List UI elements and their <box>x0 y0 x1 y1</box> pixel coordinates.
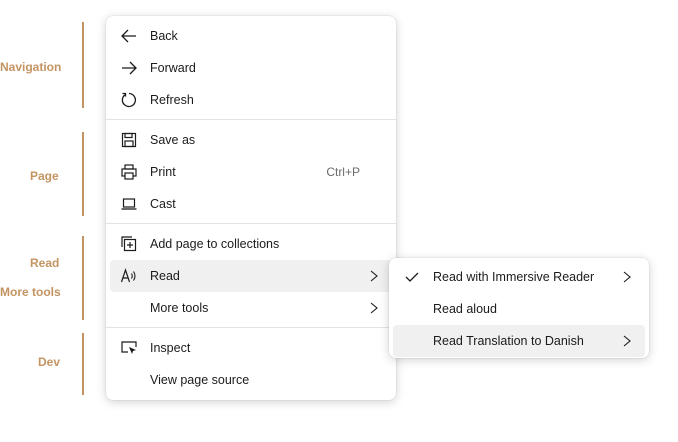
annotation-page-bar <box>82 132 84 216</box>
menu-item-more-tools[interactable]: More tools <box>110 292 392 324</box>
menu-item-cast[interactable]: Cast <box>110 188 392 220</box>
submenu-item-read-aloud[interactable]: Read aloud <box>393 293 645 325</box>
menu-item-read[interactable]: Read <box>110 260 392 292</box>
annotation-page: Page <box>30 169 59 183</box>
annotation-navigation-bar <box>82 22 84 108</box>
inspect-icon <box>120 339 138 357</box>
menu-item-forward-label: Forward <box>150 61 196 75</box>
menu-item-more-tools-label: More tools <box>150 301 209 315</box>
submenu-item-read-aloud-label: Read aloud <box>433 302 497 316</box>
separator <box>106 327 396 328</box>
menu-item-print[interactable]: Print Ctrl+P <box>110 156 392 188</box>
annotation-dev: Dev <box>38 355 61 369</box>
chevron-right-icon <box>621 334 633 348</box>
menu-item-add-to-collections-label: Add page to collections <box>150 237 280 251</box>
menu-item-view-source[interactable]: View page source <box>110 364 392 396</box>
menu-item-back-label: Back <box>150 29 178 43</box>
chevron-right-icon <box>368 269 380 283</box>
read-submenu: Read with Immersive Reader Read aloud Re… <box>389 258 649 358</box>
menu-item-cast-label: Cast <box>150 197 176 211</box>
separator <box>106 223 396 224</box>
menu-item-inspect-label: Inspect <box>150 341 191 355</box>
read-aloud-icon <box>120 267 138 285</box>
annotation-read-bar <box>82 236 84 320</box>
menu-item-save-as-label: Save as <box>150 133 196 147</box>
menu-item-add-to-collections[interactable]: Add page to collections <box>110 228 392 260</box>
chevron-right-icon <box>368 301 380 315</box>
printer-icon <box>120 163 138 181</box>
submenu-item-read-translation-label: Read Translation to Danish <box>433 334 584 348</box>
menu-item-back[interactable]: Back <box>110 20 392 52</box>
menu-item-print-label: Print <box>150 165 176 179</box>
menu-item-save-as[interactable]: Save as <box>110 124 392 156</box>
annotation-more-tools: More tools <box>0 285 61 299</box>
context-menu: Back Forward Refresh Save as Print Ctrl+… <box>106 16 396 400</box>
menu-item-view-source-label: View page source <box>150 373 250 387</box>
menu-item-forward[interactable]: Forward <box>110 52 392 84</box>
menu-item-refresh-label: Refresh <box>150 93 194 107</box>
chevron-right-icon <box>621 270 633 284</box>
back-arrow-icon <box>120 27 138 45</box>
annotation-dev-bar <box>82 333 84 395</box>
checkmark-icon <box>403 268 421 286</box>
menu-item-inspect[interactable]: Inspect <box>110 332 392 364</box>
separator <box>106 119 396 120</box>
forward-arrow-icon <box>120 59 138 77</box>
submenu-item-immersive-reader-label: Read with Immersive Reader <box>433 270 595 284</box>
refresh-icon <box>120 91 138 109</box>
annotation-navigation: Navigation <box>0 60 62 74</box>
menu-item-read-label: Read <box>150 269 180 283</box>
print-shortcut: Ctrl+P <box>326 165 360 179</box>
add-collection-icon <box>120 235 138 253</box>
menu-item-refresh[interactable]: Refresh <box>110 84 392 116</box>
annotation-read: Read <box>30 256 60 270</box>
submenu-item-immersive-reader[interactable]: Read with Immersive Reader <box>393 261 645 293</box>
submenu-item-read-translation[interactable]: Read Translation to Danish <box>393 325 645 357</box>
save-icon <box>120 131 138 149</box>
cast-icon <box>120 195 138 213</box>
